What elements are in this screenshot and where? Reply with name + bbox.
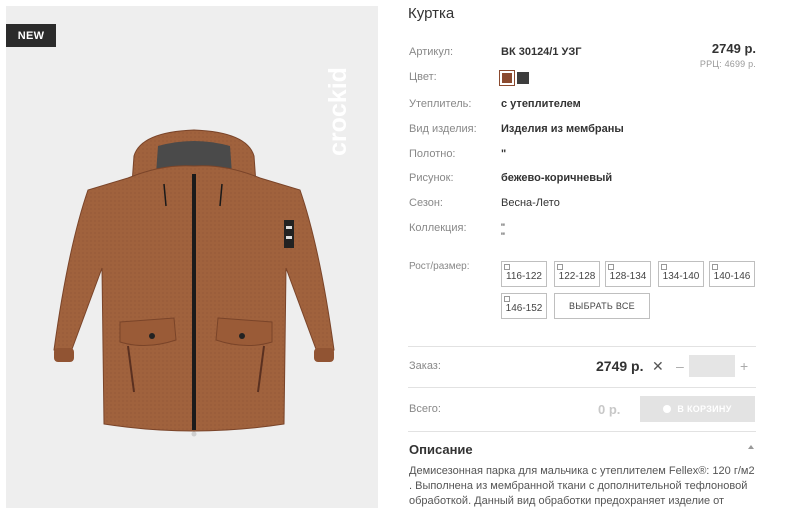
add-to-cart-button[interactable]: В КОРЗИНУ: [640, 396, 755, 422]
size-label: 116-122: [506, 270, 542, 282]
checkbox-icon: [661, 264, 667, 270]
description-text: Демисезонная парка для мальчика с утепли…: [409, 465, 755, 507]
sizes-label: Рост/размер:: [409, 261, 470, 272]
divider: [408, 346, 756, 347]
attr-label: Вид изделия:: [409, 123, 477, 135]
attr-value: Весна-Лето: [501, 197, 560, 209]
size-option[interactable]: 140-146: [709, 261, 755, 287]
size-label: 122-128: [558, 270, 596, 282]
size-label: 128-134: [609, 270, 647, 282]
product-rrp: РРЦ: 4699 р.: [699, 59, 756, 69]
attr-label: Полотно:: [409, 148, 456, 160]
checkbox-icon: [557, 264, 563, 270]
checkbox-icon: [608, 264, 614, 270]
checkbox-icon: [504, 296, 510, 302]
divider: [408, 387, 756, 388]
add-to-cart-label: В КОРЗИНУ: [677, 404, 732, 414]
attr-value: с утеплителем: [501, 98, 581, 110]
new-badge: NEW: [6, 24, 56, 47]
attr-label: Сезон:: [409, 197, 443, 209]
quantity-decrement-button[interactable]: –: [676, 358, 684, 374]
collapse-caret-icon[interactable]: [748, 445, 754, 449]
checkbox-icon: [712, 264, 718, 270]
size-option[interactable]: 122-128: [554, 261, 600, 287]
select-all-sizes-button[interactable]: ВЫБРАТЬ ВСЕ: [554, 293, 650, 319]
order-label: Заказ:: [409, 360, 441, 372]
description-title[interactable]: Описание: [409, 442, 473, 457]
size-option[interactable]: 128-134: [605, 261, 651, 287]
size-label: 146-152: [505, 302, 543, 314]
order-price: 2749 р.: [596, 358, 644, 374]
total-value: 0 р.: [598, 402, 621, 417]
attr-value: бежево-коричневый: [501, 172, 613, 184]
attr-value: Изделия из мембраны: [501, 123, 624, 135]
product-photo-panel[interactable]: NEW crockid: [6, 6, 378, 508]
size-label: 140-146: [713, 270, 751, 282]
attr-label: Коллекция:: [409, 222, 467, 234]
color-swatch-dark[interactable]: [517, 72, 529, 84]
quantity-increment-button[interactable]: +: [740, 358, 748, 374]
color-swatch-brown[interactable]: [499, 70, 515, 86]
attr-label: Цвет:: [409, 71, 437, 83]
remove-order-icon[interactable]: ✕: [652, 358, 664, 375]
attr-label: Артикул:: [409, 46, 454, 58]
size-option[interactable]: 116-122: [501, 261, 547, 287]
jacket-image: [53, 129, 335, 437]
cart-icon: [663, 405, 672, 413]
attr-value: ": [501, 148, 507, 160]
divider: [408, 431, 756, 432]
checkbox-icon: [504, 264, 510, 270]
attr-label: Утеплитель:: [409, 98, 472, 110]
attr-value-extra: ": [501, 231, 505, 243]
quantity-input[interactable]: [689, 355, 735, 377]
size-label: 134-140: [662, 270, 700, 282]
product-price: 2749 р.: [711, 41, 756, 56]
attr-value: ВК 30124/1 УЗГ: [501, 46, 582, 58]
size-option[interactable]: 134-140: [658, 261, 704, 287]
total-label: Всего:: [409, 403, 441, 415]
attr-label: Рисунок:: [409, 172, 454, 184]
product-title: Куртка: [408, 5, 455, 22]
size-option[interactable]: 146-152: [501, 293, 547, 319]
